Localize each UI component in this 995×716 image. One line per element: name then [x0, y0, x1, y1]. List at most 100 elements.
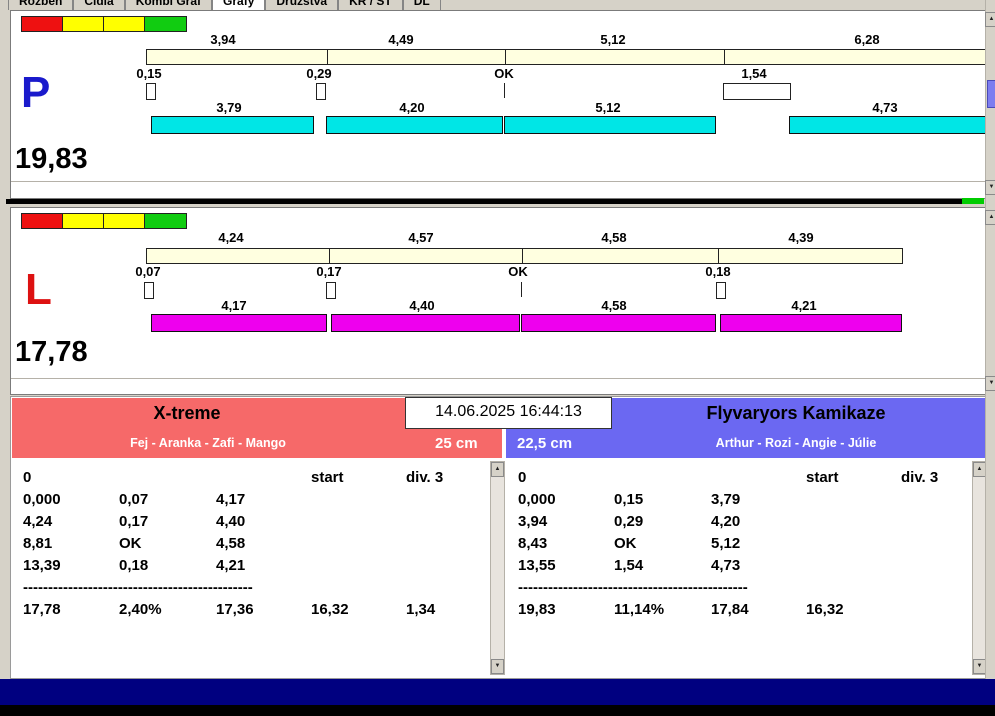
tab-cidla[interactable]: Čidla — [73, 0, 125, 10]
column-header-div: div. 3 — [901, 469, 939, 486]
dog-run-bar — [331, 314, 520, 332]
table-cell: 8,43 — [518, 535, 548, 552]
exchange-label: 0,07 — [135, 264, 161, 279]
column-header-start: start — [806, 469, 839, 486]
right-scroll-gutter: ▲ ▼ ▲ ▼ — [985, 0, 995, 679]
exchange-marker — [716, 282, 726, 299]
left-table-scrollbar[interactable]: ▲ ▼ — [490, 461, 505, 675]
tab-label: Čidla — [84, 0, 114, 8]
table-separator: ----------------------------------------… — [518, 579, 748, 596]
team-right-name: Flyvaryors Kamikaze — [706, 403, 886, 423]
table-cell: 1,54 — [614, 557, 644, 574]
table-cell: 4,40 — [216, 513, 246, 530]
track-divider — [505, 49, 506, 65]
team-left-name: X-treme — [153, 403, 221, 423]
bottom-status-bar — [0, 679, 995, 705]
table-cell: OK — [119, 535, 142, 552]
exchange-marker — [146, 83, 156, 100]
tab-label: Kombi Graf — [135, 0, 202, 8]
total-split-label: 5,12 — [600, 32, 626, 47]
table-cell: OK — [614, 535, 637, 552]
legend-green-box — [144, 16, 187, 32]
exchange-label: 0,15 — [136, 66, 162, 81]
table-cell: 5,12 — [711, 535, 741, 552]
tab-kr-st[interactable]: KR / ST — [338, 0, 403, 10]
track-divider — [522, 248, 523, 264]
table-cell: 13,55 — [518, 557, 556, 574]
table-cell: 3,79 — [711, 491, 741, 508]
scroll-thumb[interactable] — [987, 80, 995, 108]
tab-label: DL — [413, 0, 430, 8]
column-header-div: div. 3 — [406, 469, 444, 486]
dog-run-bar — [326, 116, 503, 134]
tab-label: Družstva — [276, 0, 328, 8]
legend-yellow-box — [62, 16, 105, 32]
tab-label: KR / ST — [349, 0, 392, 8]
tab-grafy[interactable]: Grafy — [212, 0, 266, 10]
dog-run-bar — [521, 314, 716, 332]
cumulative-track — [146, 248, 903, 264]
total-split-label: 4,39 — [788, 230, 814, 245]
total-cell: 17,78 — [23, 601, 61, 618]
exchange-marker — [144, 282, 154, 299]
column-header-start: start — [311, 469, 344, 486]
total-cell: 16,32 — [806, 601, 844, 618]
total-cell: 17,36 — [216, 601, 254, 618]
table-cell: 0 — [518, 469, 527, 486]
exchange-label: 0,17 — [316, 264, 342, 279]
dog-time-label: 4,58 — [601, 298, 627, 313]
dog-run-bar — [720, 314, 902, 332]
total-cell: 1,34 — [406, 601, 436, 618]
app-window: Rozběh Čidla Kombi Graf Grafy Družstva K… — [0, 0, 995, 716]
scroll-down-button[interactable]: ▼ — [491, 659, 504, 674]
legend-red-box — [21, 213, 64, 229]
dog-time-label: 3,79 — [216, 100, 242, 115]
total-split-label: 4,57 — [408, 230, 434, 245]
legend-yellow-box — [103, 16, 146, 32]
dog-run-bar — [151, 116, 314, 134]
tab-dl[interactable]: DL — [402, 0, 441, 10]
table-cell: 4,24 — [23, 513, 53, 530]
total-cell: 16,32 — [311, 601, 349, 618]
scoreboard-panel: X-treme Fej - Aranka - Zafi - Mango 25 c… — [10, 396, 987, 679]
table-separator: ----------------------------------------… — [23, 579, 253, 596]
cumulative-track — [146, 49, 988, 65]
table-cell: 4,58 — [216, 535, 246, 552]
scroll-down-button[interactable]: ▼ — [985, 376, 995, 391]
lane-letter-p: P — [21, 68, 51, 117]
lane-letter-l: L — [25, 265, 52, 314]
exchange-marker-ok — [521, 282, 522, 297]
team-right-jump-height: 22,5 cm — [517, 435, 573, 452]
exchange-marker-ok — [504, 83, 505, 98]
exchange-label: 0,29 — [306, 66, 332, 81]
legend-yellow-box — [103, 213, 146, 229]
table-cell: 0,29 — [614, 513, 644, 530]
bottom-edge-bar — [0, 705, 995, 716]
table-cell: 4,20 — [711, 513, 741, 530]
dog-run-bar — [789, 116, 988, 134]
lane-panel-l: 4,24 4,57 4,58 4,39 0,07 0,17 OK 0,18 4,… — [10, 207, 987, 395]
tab-druzstva[interactable]: Družstva — [265, 0, 339, 10]
legend-red-box — [21, 16, 64, 32]
exchange-label: 0,18 — [705, 264, 731, 279]
dog-time-label: 4,20 — [399, 100, 425, 115]
exchange-marker — [326, 282, 336, 299]
track-divider — [724, 49, 725, 65]
tab-rozbeh[interactable]: Rozběh — [8, 0, 74, 10]
scroll-up-button[interactable]: ▲ — [985, 12, 995, 27]
table-cell: 4,17 — [216, 491, 246, 508]
total-cell: 17,84 — [711, 601, 749, 618]
scroll-down-button[interactable]: ▼ — [985, 180, 995, 195]
tab-kombi-graf[interactable]: Kombi Graf — [124, 0, 213, 10]
scroll-up-button[interactable]: ▲ — [491, 462, 504, 477]
team-left-members: Fej - Aranka - Zafi - Mango — [130, 436, 286, 450]
exchange-label: 1,54 — [741, 66, 767, 81]
dog-run-bar — [151, 314, 327, 332]
legend-yellow-box — [62, 213, 105, 229]
table-cell: 0 — [23, 469, 32, 486]
track-divider — [329, 248, 330, 264]
table-cell: 3,94 — [518, 513, 548, 530]
team-right-members: Arthur - Rozi - Angie - Júlie — [715, 436, 877, 450]
scroll-up-button[interactable]: ▲ — [985, 210, 995, 225]
total-split-label: 4,49 — [388, 32, 414, 47]
